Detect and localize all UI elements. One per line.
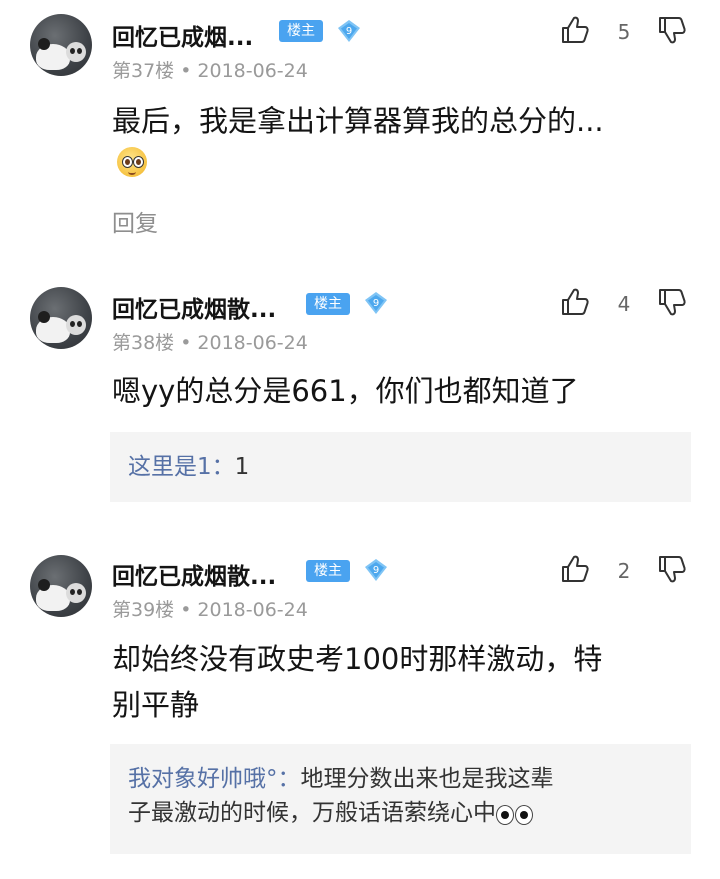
comment-text: 却始终没有政史考100时那样激动，特 别平静 bbox=[112, 642, 603, 722]
post-date: 2018-06-24 bbox=[197, 60, 308, 82]
post-date: 2018-06-24 bbox=[197, 332, 308, 354]
like-count: 2 bbox=[617, 559, 631, 583]
like-count: 5 bbox=[617, 20, 631, 44]
username[interactable]: 回忆已成烟散... bbox=[112, 290, 276, 324]
user-avatar[interactable] bbox=[30, 14, 92, 76]
thumbs-up-icon[interactable] bbox=[560, 554, 590, 584]
diamond-level-icon: 9 bbox=[338, 20, 360, 42]
owner-badge: 楼主 bbox=[306, 293, 350, 315]
post-meta: 第37楼 • 2018-06-24 bbox=[112, 60, 308, 82]
quote-content: 我对象好帅哦°：地理分数出来也是我这辈 子最激动的时候，万般话语萦绕心中 bbox=[128, 766, 554, 826]
username[interactable]: 回忆已成烟... bbox=[112, 18, 253, 52]
thumbs-up-icon[interactable] bbox=[560, 287, 590, 317]
quote-text: 地理分数出来也是我这辈 bbox=[300, 766, 554, 792]
quote-username[interactable]: 我对象好帅哦° bbox=[128, 766, 278, 792]
owner-badge: 楼主 bbox=[279, 20, 323, 42]
comment-text: 最后，我是拿出计算器算我的总分的... bbox=[112, 104, 604, 138]
owner-badge: 楼主 bbox=[306, 560, 350, 582]
level-number: 9 bbox=[346, 26, 352, 37]
comment-text: 嗯yy的总分是661，你们也都知道了 bbox=[112, 374, 579, 408]
reply-link[interactable]: 回复 bbox=[112, 204, 158, 238]
thumbs-up-icon[interactable] bbox=[560, 15, 590, 45]
quote-text-continued: 子最激动的时候，万般话语萦绕心中 bbox=[128, 800, 496, 826]
user-avatar[interactable] bbox=[30, 287, 92, 349]
eyes-emoji bbox=[496, 804, 534, 825]
thumbs-down-icon[interactable] bbox=[657, 15, 687, 45]
like-count: 4 bbox=[617, 292, 631, 316]
astonished-face-emoji bbox=[117, 147, 147, 177]
diamond-level-icon: 9 bbox=[365, 292, 387, 314]
post-date: 2018-06-24 bbox=[197, 599, 308, 621]
level-number: 9 bbox=[373, 298, 379, 309]
diamond-level-icon: 9 bbox=[365, 559, 387, 581]
floor-number: 第39楼 bbox=[112, 599, 175, 621]
floor-number: 第38楼 bbox=[112, 332, 175, 354]
quote-username[interactable]: 这里是1 bbox=[128, 454, 212, 480]
quote-content: 这里是1：1 bbox=[128, 454, 250, 480]
quoted-reply[interactable]: 我对象好帅哦°：地理分数出来也是我这辈 子最激动的时候，万般话语萦绕心中 bbox=[110, 744, 691, 854]
post-meta: 第39楼 • 2018-06-24 bbox=[112, 599, 308, 621]
level-number: 9 bbox=[373, 565, 379, 576]
user-avatar[interactable] bbox=[30, 555, 92, 617]
post-meta: 第38楼 • 2018-06-24 bbox=[112, 332, 308, 354]
floor-number: 第37楼 bbox=[112, 60, 175, 82]
username[interactable]: 回忆已成烟散... bbox=[112, 557, 276, 591]
thumbs-down-icon[interactable] bbox=[657, 287, 687, 317]
quote-text: 1 bbox=[234, 454, 250, 480]
thumbs-down-icon[interactable] bbox=[657, 554, 687, 584]
quoted-reply[interactable]: 这里是1：1 bbox=[110, 432, 691, 502]
